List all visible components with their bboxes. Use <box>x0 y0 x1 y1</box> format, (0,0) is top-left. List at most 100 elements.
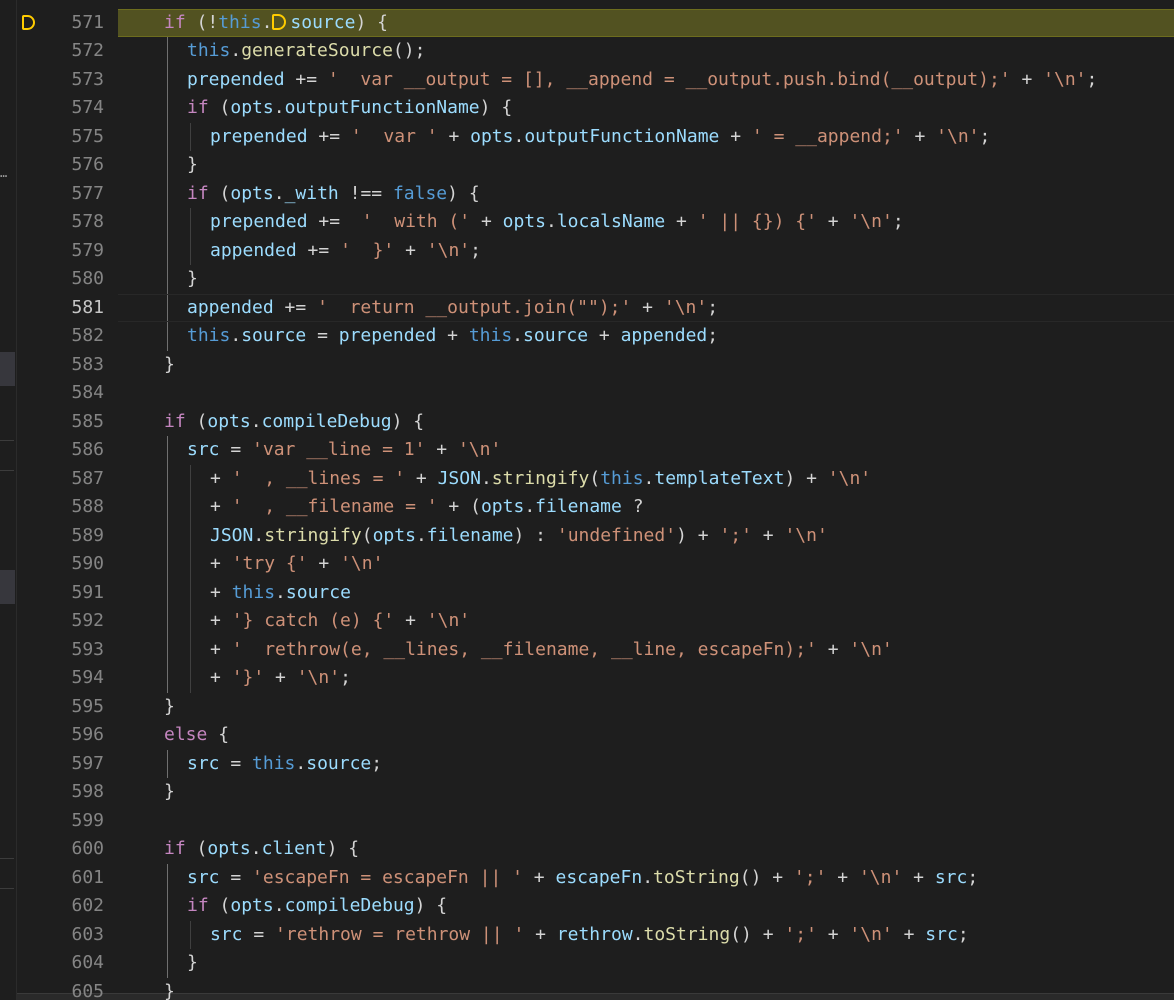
line-number[interactable]: 605 <box>17 978 104 1000</box>
code-text[interactable]: + ' rethrow(e, __lines, __filename, __li… <box>118 636 1174 665</box>
code-line[interactable]: 577 if (opts._with !== false) { <box>17 179 1174 209</box>
code-line[interactable]: 584 <box>17 379 1174 408</box>
line-number[interactable]: 590 <box>17 550 104 579</box>
code-text[interactable]: if (opts.outputFunctionName) { <box>118 94 1174 123</box>
code-text[interactable]: this.generateSource(); <box>118 37 1174 66</box>
line-number[interactable]: 587 <box>17 465 104 494</box>
code-text[interactable]: } <box>118 151 1174 180</box>
code-line[interactable]: 582 this.source = prepended + this.source… <box>17 322 1174 351</box>
code-text[interactable]: } <box>118 351 1174 380</box>
code-line[interactable]: 591 + this.source <box>17 578 1174 608</box>
code-line[interactable]: 583} <box>17 351 1174 380</box>
code-text[interactable] <box>118 807 1174 836</box>
code-text[interactable]: + '}' + '\n'; <box>118 664 1174 693</box>
code-line-current[interactable]: 581 appended += ' return __output.join(""… <box>17 293 1174 323</box>
code-line[interactable]: 586 src = 'var __line = 1' + '\n' <box>17 436 1174 465</box>
line-number[interactable]: 575 <box>17 123 104 152</box>
code-text[interactable]: src = 'var __line = 1' + '\n' <box>118 436 1174 465</box>
code-line[interactable]: 592 + '} catch (e) {' + '\n' <box>17 607 1174 636</box>
code-text[interactable]: + ' , __filename = ' + (opts.filename ? <box>118 493 1174 522</box>
line-number[interactable]: 581 <box>17 294 104 323</box>
line-number[interactable]: 601 <box>17 864 104 893</box>
code-text[interactable]: } <box>118 693 1174 722</box>
code-text[interactable]: + '} catch (e) {' + '\n' <box>118 607 1174 636</box>
line-number[interactable]: 572 <box>17 37 104 66</box>
line-number[interactable]: 597 <box>17 750 104 779</box>
code-line[interactable]: 604} <box>17 949 1174 978</box>
code-text[interactable]: + ' , __lines = ' + JSON.stringify(this.… <box>118 465 1174 494</box>
code-line[interactable]: 603 src = 'rethrow = rethrow || ' + rethr… <box>17 920 1174 950</box>
code-text[interactable]: appended += ' return __output.join("");'… <box>118 293 1174 323</box>
code-area[interactable]: 570571if (!this.source) {572 this.generat… <box>17 0 1174 1000</box>
line-number[interactable]: 577 <box>17 180 104 209</box>
line-number[interactable]: 585 <box>17 408 104 437</box>
code-text[interactable] <box>118 0 1174 9</box>
line-number[interactable]: 588 <box>17 493 104 522</box>
line-number[interactable]: 603 <box>17 921 104 950</box>
code-text[interactable]: prepended += ' var __output = [], __appe… <box>118 66 1174 95</box>
line-number[interactable]: 570 <box>17 0 104 9</box>
code-text[interactable]: src = 'escapeFn = escapeFn || ' + escape… <box>118 864 1174 893</box>
code-line[interactable]: 574 if (opts.outputFunctionName) { <box>17 94 1174 123</box>
code-line[interactable]: 587 + ' , __lines = ' + JSON.stringify(th… <box>17 464 1174 494</box>
code-text[interactable]: src = this.source; <box>118 750 1174 779</box>
overflow-ellipsis-icon[interactable]: … <box>0 166 7 180</box>
line-number[interactable]: 593 <box>17 636 104 665</box>
line-number[interactable]: 584 <box>17 379 104 408</box>
line-number[interactable]: 604 <box>17 949 104 978</box>
code-text[interactable]: } <box>118 949 1174 978</box>
code-text[interactable]: src = 'rethrow = rethrow || ' + rethrow.… <box>118 921 1174 950</box>
code-text[interactable]: } <box>118 978 1174 1000</box>
code-line[interactable]: 594 + '}' + '\n'; <box>17 664 1174 693</box>
code-line[interactable]: 576} <box>17 151 1174 180</box>
line-number[interactable]: 579 <box>17 237 104 266</box>
code-text[interactable] <box>118 379 1174 408</box>
line-number[interactable]: 589 <box>17 522 104 551</box>
line-number[interactable]: 571 <box>17 9 104 38</box>
code-line[interactable]: 572 this.generateSource(); <box>17 37 1174 66</box>
line-number[interactable]: 594 <box>17 664 104 693</box>
code-line[interactable]: 588 + ' , __filename = ' + (opts.filename… <box>17 493 1174 522</box>
code-line[interactable]: 570 <box>17 0 1174 9</box>
code-text[interactable]: + 'try {' + '\n' <box>118 550 1174 579</box>
line-number[interactable]: 574 <box>17 94 104 123</box>
code-line[interactable]: 598} <box>17 778 1174 807</box>
code-line[interactable]: 573 prepended += ' var __output = [], __a… <box>17 65 1174 95</box>
code-text[interactable]: if (opts.compileDebug) { <box>118 408 1174 437</box>
code-line[interactable]: 580} <box>17 265 1174 294</box>
code-line[interactable]: 585 if (opts.compileDebug) { <box>17 408 1174 437</box>
code-line[interactable]: 596 else { <box>17 721 1174 750</box>
line-number[interactable]: 576 <box>17 151 104 180</box>
line-number[interactable]: 591 <box>17 579 104 608</box>
code-text[interactable]: JSON.stringify(opts.filename) : 'undefin… <box>118 522 1174 551</box>
line-number[interactable]: 586 <box>17 436 104 465</box>
code-text[interactable]: this.source = prepended + this.source + … <box>118 322 1174 351</box>
code-line[interactable]: 600 if (opts.client) { <box>17 835 1174 864</box>
line-number[interactable]: 596 <box>17 721 104 750</box>
line-number[interactable]: 580 <box>17 265 104 294</box>
code-line[interactable]: 602 if (opts.compileDebug) { <box>17 892 1174 921</box>
code-line[interactable]: 589 JSON.stringify(opts.filename) : 'unde… <box>17 521 1174 551</box>
line-number[interactable]: 595 <box>17 693 104 722</box>
code-line[interactable]: 579 appended += ' }' + '\n'; <box>17 236 1174 266</box>
line-number[interactable]: 599 <box>17 807 104 836</box>
code-line[interactable]: 590 + 'try {' + '\n' <box>17 550 1174 579</box>
code-line[interactable]: 575 prepended += ' var ' + opts.outputFun… <box>17 122 1174 152</box>
code-text[interactable]: if (opts.compileDebug) { <box>118 892 1174 921</box>
line-number[interactable]: 602 <box>17 892 104 921</box>
code-text[interactable]: } <box>118 265 1174 294</box>
code-line[interactable]: 595} <box>17 693 1174 722</box>
code-line[interactable]: 578 prepended += ' with (' + opts.localsN… <box>17 208 1174 237</box>
code-line[interactable]: 601 src = 'escapeFn = escapeFn || ' + esc… <box>17 863 1174 893</box>
code-line[interactable]: 597 src = this.source; <box>17 749 1174 779</box>
code-text[interactable]: if (opts.client) { <box>118 835 1174 864</box>
code-text[interactable]: } <box>118 778 1174 807</box>
code-text[interactable]: prepended += ' with (' + opts.localsName… <box>118 208 1174 237</box>
code-line-highlighted[interactable]: 571 if (!this. source) { <box>17 8 1174 38</box>
code-line[interactable]: 593 + ' rethrow(e, __lines, __filename, _… <box>17 635 1174 665</box>
line-number[interactable]: 592 <box>17 607 104 636</box>
inline-breakpoint-icon[interactable] <box>272 13 287 30</box>
line-number[interactable]: 578 <box>17 208 104 237</box>
code-text[interactable]: if (opts._with !== false) { <box>118 180 1174 209</box>
line-number[interactable]: 583 <box>17 351 104 380</box>
